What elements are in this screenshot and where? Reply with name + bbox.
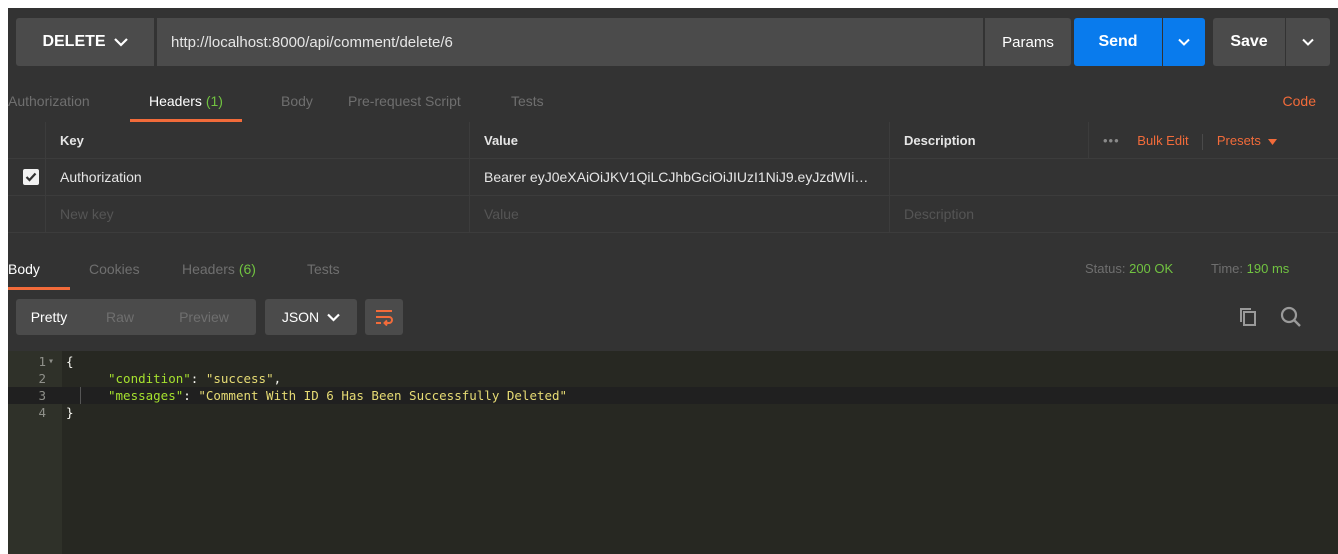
header-description-cell[interactable]: [889, 159, 1338, 196]
indent-guide: [80, 387, 81, 404]
time-label: Time:: [1211, 261, 1244, 276]
code-link[interactable]: Code: [1283, 84, 1316, 120]
tab-prerequest-script[interactable]: Pre-request Script: [348, 84, 461, 120]
search-icon[interactable]: [1280, 306, 1302, 328]
postman-window: DELETE http://localhost:8000/api/comment…: [8, 8, 1338, 554]
method-dropdown[interactable]: DELETE: [16, 18, 154, 66]
column-key: Key: [45, 122, 469, 159]
table-header-row: Key Value Description ••• Bulk Edit Pres…: [8, 122, 1338, 159]
wrap-lines-button[interactable]: [365, 299, 403, 335]
line-content: {: [66, 354, 74, 369]
code-line: 4 }: [8, 404, 1338, 421]
code-line-active: 3 "messages": "Comment With ID 6 Has Bee…: [8, 387, 1338, 404]
fold-arrow-icon[interactable]: ▾: [48, 353, 54, 370]
format-dropdown[interactable]: JSON: [265, 299, 357, 335]
line-content: "condition": "success",: [108, 370, 281, 387]
response-tab-headers[interactable]: Headers (6): [182, 252, 256, 288]
chevron-down-icon: [327, 313, 340, 322]
line-number: 2: [38, 371, 46, 386]
code-line: 1 ▾ {: [8, 353, 1338, 370]
response-tabs: Body Cookies Headers (6) Tests Status: 2…: [8, 252, 1338, 290]
view-pretty-button[interactable]: Pretty: [16, 299, 82, 335]
presets-dropdown[interactable]: Presets: [1217, 133, 1277, 148]
column-value: Value: [469, 122, 889, 159]
view-preview-button[interactable]: Preview: [166, 299, 242, 335]
tab-headers[interactable]: Headers (1): [130, 84, 242, 122]
send-options-button[interactable]: [1163, 18, 1205, 66]
row-enabled-checkbox[interactable]: [23, 169, 39, 185]
response-tab-headers-label: Headers: [182, 261, 235, 277]
url-input[interactable]: http://localhost:8000/api/comment/delete…: [157, 18, 983, 66]
wrap-lines-icon: [376, 310, 393, 326]
line-number: 4: [38, 405, 46, 420]
response-tab-cookies[interactable]: Cookies: [89, 252, 140, 288]
active-tab-indicator: [8, 287, 70, 290]
new-description-input[interactable]: Description: [889, 196, 1338, 233]
response-tab-headers-count: (6): [238, 261, 256, 277]
status-value: 200 OK: [1129, 261, 1174, 276]
table-row: Authorization Bearer eyJ0eXAiOiJKV1QiLCJ…: [8, 159, 1338, 196]
request-tabs: Authorization Headers (1) Body Pre-reque…: [8, 84, 1338, 122]
response-tab-body[interactable]: Body: [8, 252, 70, 290]
table-actions: ••• Bulk Edit Presets: [1088, 122, 1338, 159]
bulk-edit-link[interactable]: Bulk Edit: [1137, 133, 1188, 148]
send-button[interactable]: Send: [1074, 18, 1162, 66]
chevron-down-icon: [113, 38, 128, 47]
response-toolbar: Pretty Raw Preview JSON: [8, 296, 1338, 338]
new-key-input[interactable]: New key: [45, 196, 469, 233]
column-description: Description: [889, 122, 1088, 159]
more-options-button[interactable]: •••: [1103, 133, 1120, 148]
json-key: "messages": [108, 388, 184, 403]
request-url-bar: DELETE http://localhost:8000/api/comment…: [8, 8, 1338, 78]
json-comma: ,: [273, 371, 282, 386]
json-value: "success": [205, 371, 274, 386]
json-value: "Comment With ID 6 Has Been Successfully…: [198, 388, 568, 403]
checkmark-icon: [25, 172, 37, 182]
view-raw-button[interactable]: Raw: [96, 299, 144, 335]
divider: [1202, 133, 1204, 150]
format-label: JSON: [281, 309, 320, 325]
line-content: }: [66, 405, 74, 420]
json-separator: :: [190, 371, 206, 386]
response-tab-body-label: Body: [8, 261, 40, 277]
time-value: 190 ms: [1246, 261, 1290, 276]
response-tab-tests[interactable]: Tests: [307, 252, 340, 288]
tab-body[interactable]: Body: [281, 84, 313, 120]
params-button[interactable]: Params: [985, 18, 1071, 66]
chevron-down-icon: [1302, 38, 1314, 46]
status-indicator: Status: 200 OK: [1085, 252, 1173, 288]
header-key-cell[interactable]: Authorization: [45, 159, 469, 196]
chevron-down-icon: [1178, 38, 1190, 46]
save-options-button[interactable]: [1286, 18, 1330, 66]
tab-headers-label: Headers: [149, 93, 202, 109]
save-button[interactable]: Save: [1213, 18, 1285, 66]
presets-label: Presets: [1216, 133, 1261, 148]
tab-headers-count: (1): [205, 93, 223, 109]
json-separator: :: [183, 388, 199, 403]
time-indicator: Time: 190 ms: [1211, 252, 1289, 288]
response-body-editor[interactable]: 1 ▾ { 2 "condition": "success", 3 "messa…: [8, 351, 1338, 554]
caret-down-icon: [1267, 138, 1277, 145]
tab-tests[interactable]: Tests: [511, 84, 544, 120]
new-value-input[interactable]: Value: [469, 196, 889, 233]
new-header-row: New key Value Description: [8, 196, 1338, 233]
line-number: 3: [38, 388, 46, 403]
tab-authorization[interactable]: Authorization: [8, 84, 90, 120]
code-line: 2 "condition": "success",: [8, 370, 1338, 387]
line-number: 1: [38, 354, 46, 369]
method-label: DELETE: [42, 33, 106, 50]
header-value-cell[interactable]: Bearer eyJ0eXAiOiJKV1QiLCJhbGciOiJIUzI1N…: [469, 159, 889, 196]
json-key: "condition": [108, 371, 191, 386]
copy-icon[interactable]: [1238, 307, 1258, 327]
line-content: "messages": "Comment With ID 6 Has Been …: [108, 387, 567, 404]
status-label: Status:: [1085, 261, 1126, 276]
